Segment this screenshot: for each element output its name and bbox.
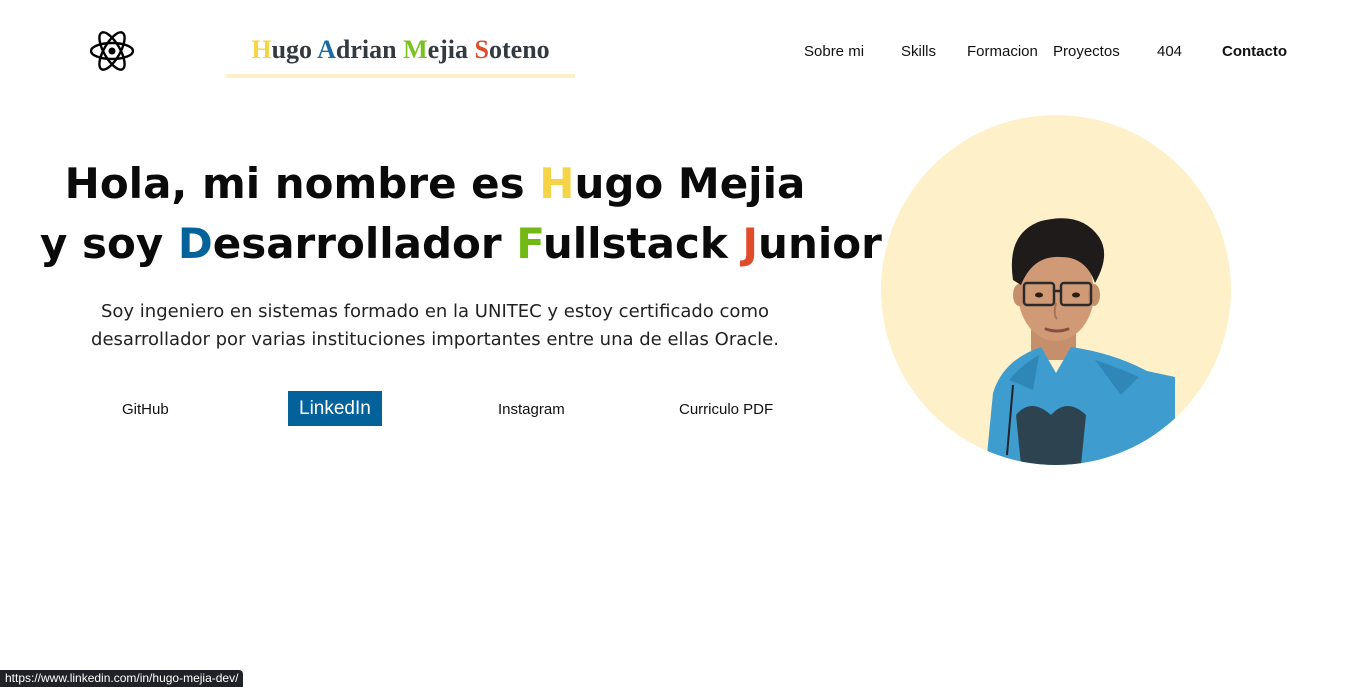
cv-pdf-link[interactable]: Curriculo PDF xyxy=(679,398,773,422)
brand-letter: A xyxy=(317,35,336,64)
brand-letter: M xyxy=(403,35,428,64)
linkedin-link[interactable]: LinkedIn xyxy=(288,391,382,426)
brand-text: ugo xyxy=(271,35,318,64)
title-text: unior xyxy=(758,219,882,268)
nav-link-formacion[interactable]: Formacion xyxy=(967,41,1038,63)
title-accent-letter: H xyxy=(539,159,575,208)
profile-photo xyxy=(881,115,1231,465)
brand-letter: H xyxy=(251,35,272,64)
nav-link-skills[interactable]: Skills xyxy=(901,41,936,63)
title-text: esarrollador xyxy=(212,219,517,268)
nav-link-proyectos[interactable]: Proyectos xyxy=(1053,41,1120,63)
nav-link-contacto[interactable]: Contacto xyxy=(1222,41,1287,63)
nav-link-sobre-mi[interactable]: Sobre mi xyxy=(804,41,864,63)
hero-description: Soy ingeniero en sistemas formado en la … xyxy=(91,301,779,350)
title-accent-letter: D xyxy=(177,219,213,268)
title-text: y soy xyxy=(40,219,178,268)
brand-letter: S xyxy=(474,35,489,64)
brand-text: drian xyxy=(335,35,404,64)
nav-link-404[interactable]: 404 xyxy=(1157,41,1182,63)
brand-text: ejia xyxy=(427,35,475,64)
title-accent-letter: J xyxy=(742,219,759,268)
github-link[interactable]: GitHub xyxy=(122,398,169,422)
brand-name[interactable]: Hugo Adrian Mejia Soteno xyxy=(226,30,575,78)
title-text: ugo Mejia xyxy=(574,159,806,208)
instagram-link[interactable]: Instagram xyxy=(498,398,565,422)
title-text: Hola, mi nombre es xyxy=(64,159,540,208)
hero-title-line1: Hola, mi nombre es Hugo Mejia xyxy=(65,159,806,208)
hero-title-line2: y soy Desarrollador Fullstack Junior xyxy=(40,219,882,268)
title-text: ullstack xyxy=(542,219,743,268)
profile-portrait xyxy=(986,218,1175,465)
status-bar-url: https://www.linkedin.com/in/hugo-mejia-d… xyxy=(0,670,244,687)
react-atom-icon[interactable] xyxy=(89,31,135,71)
hero-title: Hola, mi nombre es Hugo Mejia y soy Desa… xyxy=(40,154,882,274)
title-accent-letter: F xyxy=(516,219,543,268)
brand-text: oteno xyxy=(489,35,550,64)
